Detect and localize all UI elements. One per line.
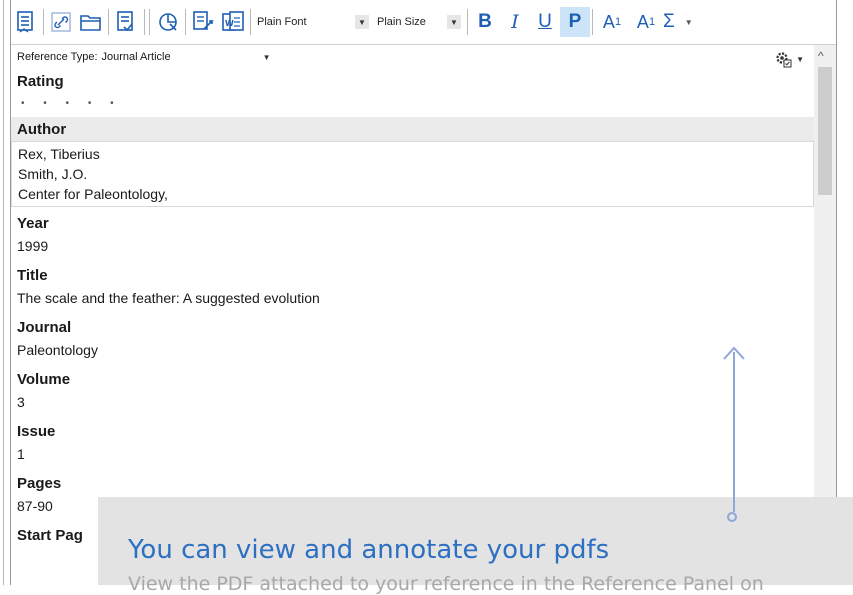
window-left-border [0, 0, 11, 585]
field-label-journal: Journal [17, 318, 72, 336]
open-folder-icon[interactable] [76, 7, 106, 37]
font-select-value: Plain Font [257, 16, 307, 28]
reference-type-value[interactable]: Journal Article [102, 51, 171, 63]
reference-type-row[interactable]: Reference Type: Journal Article ▼ ▼ [11, 45, 814, 69]
toolbar-separator [467, 9, 468, 35]
title-field[interactable]: The scale and the feather: A suggested e… [11, 287, 814, 309]
toolbar-separator [592, 9, 593, 35]
italic-button[interactable]: I [500, 7, 530, 37]
callout-anchor-dot [727, 512, 737, 522]
journal-field[interactable]: Paleontology [11, 339, 814, 361]
chevron-down-icon[interactable]: ▼ [447, 15, 461, 29]
field-label-year: Year [17, 214, 49, 232]
chevron-down-icon[interactable]: ▼ [355, 15, 369, 29]
gear-icon [776, 52, 792, 68]
tooltip-callout: You can view and annotate your pdfs View… [98, 497, 853, 595]
plain-text-button[interactable]: P [560, 7, 590, 37]
symbol-button[interactable]: Σ ▼ [663, 7, 699, 37]
arrow-up-icon [723, 346, 745, 360]
field-label-title: Title [17, 266, 48, 284]
author-entry: Smith, J.O. [18, 166, 88, 182]
chevron-down-icon[interactable]: ▼ [685, 18, 693, 27]
issue-field[interactable]: 1 [11, 443, 814, 465]
scrollbar-thumb[interactable] [818, 67, 832, 195]
field-label-volume: Volume [17, 370, 71, 388]
size-select[interactable]: Plain Size ▼ [373, 9, 465, 35]
bold-button[interactable]: B [470, 7, 500, 37]
export-icon[interactable] [188, 7, 218, 37]
track-changes-icon[interactable] [153, 7, 183, 37]
panel-options-button[interactable]: ▼ [774, 50, 804, 68]
author-field[interactable]: Rex, Tiberius Smith, J.O. Center for Pal… [11, 141, 814, 207]
word-icon[interactable]: W [218, 7, 248, 37]
toolbar-separator [250, 9, 251, 35]
attach-link-icon[interactable] [46, 7, 76, 37]
author-entry: Center for Paleontology, [18, 186, 168, 202]
author-entry: Rex, Tiberius [18, 146, 100, 162]
callout-title: You can view and annotate your pdfs [128, 535, 610, 565]
superscript-button[interactable]: A1 [595, 7, 629, 37]
field-label-rating: Rating [17, 72, 64, 90]
insert-citation-icon[interactable] [11, 7, 41, 37]
chevron-down-icon: ▼ [796, 54, 804, 64]
toolbar-separator [43, 9, 44, 35]
field-label-author: Author [11, 117, 814, 141]
callout-pointer-line [733, 352, 735, 512]
format-bibliography-icon[interactable] [111, 7, 141, 37]
scroll-up-icon[interactable]: ^ [818, 49, 824, 63]
toolbar-separator [108, 9, 109, 35]
svg-text:W: W [225, 19, 234, 28]
font-select[interactable]: Plain Font ▼ [253, 9, 373, 35]
year-field[interactable]: 1999 [11, 235, 814, 257]
field-label-pages: Pages [17, 474, 62, 492]
toolbar-separator [144, 9, 150, 35]
callout-text: View the PDF attached to your reference … [128, 573, 764, 595]
chevron-down-icon[interactable]: ▼ [263, 53, 271, 62]
size-select-value: Plain Size [377, 16, 426, 28]
subscript-button[interactable]: A1 [629, 7, 663, 37]
reference-type-label: Reference Type: [17, 51, 98, 63]
formatting-toolbar: W Plain Font ▼ Plain Size ▼ B I U P A1 A… [11, 0, 836, 45]
rating-stars[interactable]: • • • • • [11, 93, 814, 113]
volume-field[interactable]: 3 [11, 391, 814, 413]
toolbar-separator [185, 9, 186, 35]
underline-button[interactable]: U [530, 7, 560, 37]
field-label-issue: Issue [17, 422, 56, 440]
